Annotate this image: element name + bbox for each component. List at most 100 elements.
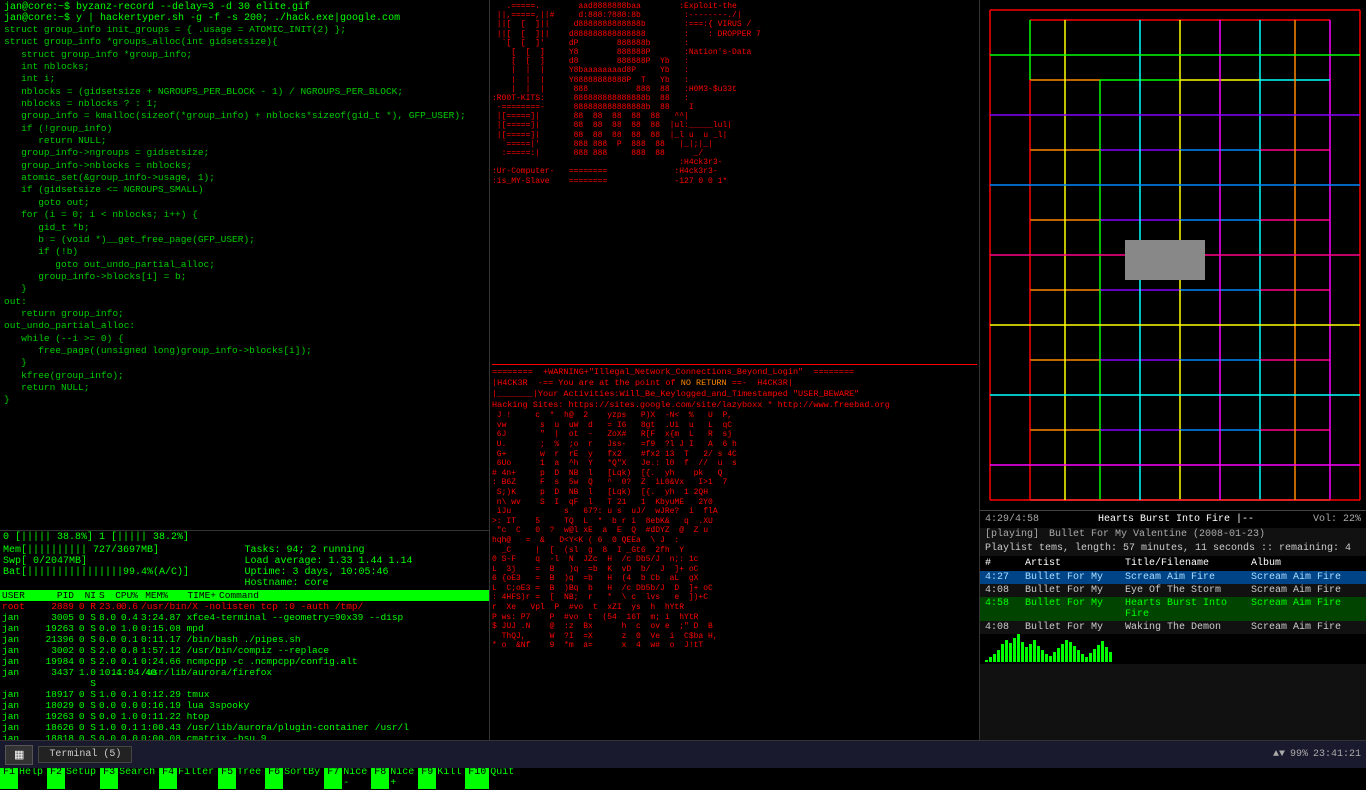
right-panel: 4:29/4:58 Hearts Burst Into Fire |-- Vol…: [980, 0, 1366, 740]
fn6-btn[interactable]: F6: [265, 767, 283, 789]
current-artist: Bullet For My Valentine (2008-01-23): [1049, 529, 1265, 540]
eq-bar: [1109, 652, 1112, 662]
fn9-btn[interactable]: F9: [418, 767, 436, 789]
table-row[interactable]: jan189170 S1.00.10:12.29 tmux: [0, 689, 489, 700]
eq-bar: [985, 660, 988, 662]
eq-bar: [1021, 642, 1024, 662]
eq-bar: [1001, 644, 1004, 662]
bat-bar: Bat[||||||||||||||||99.4%(A/C)]: [3, 567, 245, 578]
code-output: struct group_info init_groups = { .usage…: [4, 24, 485, 407]
table-row[interactable]: jan199840 S2.00.10:24.66 ncmpcpp -c .ncm…: [0, 656, 489, 667]
eq-bar: [1053, 652, 1056, 662]
eq-bar: [1037, 646, 1040, 662]
eq-bar: [1041, 650, 1044, 662]
col-header-pid: PID: [37, 590, 77, 601]
process-table-header: USER PID NI S CPU% MEM% TIME+ Command: [0, 590, 489, 601]
player-vol: Vol: 22%: [1313, 514, 1361, 525]
eq-bar: [1013, 638, 1016, 662]
eq-bar: [997, 650, 1000, 662]
playing-status: [playing]: [985, 529, 1039, 540]
table-row[interactable]: jan30050 S8.00.43:24.87 xfce4-terminal -…: [0, 612, 489, 623]
playlist-item[interactable]: 4:27Bullet For MyScream Aim FireScream A…: [980, 571, 1366, 584]
col-header-user: USER: [2, 590, 37, 601]
htop-fn-bar: F1Help F2Setup F3Search F4Filter F5Tree …: [0, 766, 489, 790]
playlist-info: Playlist tems, length: 57 minutes, 11 se…: [980, 541, 1366, 556]
fn8-btn[interactable]: F8: [371, 767, 389, 789]
table-row[interactable]: jan180290 S0.00.00:16.19 lua 3spooky: [0, 700, 489, 711]
warning-text: ======== +WARNING+"Illegal_Network_Conne…: [492, 367, 977, 411]
eq-bar: [1073, 646, 1076, 662]
load-info: Load average: 1.33 1.44 1.14: [245, 556, 487, 567]
eq-bar: [1005, 640, 1008, 662]
htop-cpu-bars: 0 [||||| 38.8%] 1 [||||| 38.2%]: [0, 531, 489, 544]
clock: 23:41:21: [1313, 749, 1361, 760]
equalizer: [980, 634, 1366, 664]
eq-bar: [1049, 656, 1052, 662]
col-header-cmd: Command: [219, 590, 487, 601]
table-row[interactable]: jan34371.0 S10.411:04.40/usr/lib/aurora/…: [0, 667, 489, 689]
left-panel: jan@core:~$ byzanz-record --delay=3 -d 3…: [0, 0, 490, 740]
terminal-area[interactable]: jan@core:~$ byzanz-record --delay=3 -d 3…: [0, 0, 490, 530]
table-row[interactable]: jan213960 S0.00.10:11.17 /bin/bash ./pip…: [0, 634, 489, 645]
hack-art-bottom: J ! c * h@ 2 yzps P)X -N< % U P, vw s u …: [492, 411, 977, 738]
table-row[interactable]: jan192630 S0.01.00:11.22 htop: [0, 711, 489, 722]
eq-bar: [1093, 649, 1096, 662]
eq-bar: [1081, 654, 1084, 662]
battery-status: 99%: [1290, 749, 1308, 760]
eq-bar: [1017, 634, 1020, 662]
htop-panel[interactable]: 0 [||||| 38.8%] 1 [||||| 38.2%] Mem[||||…: [0, 530, 490, 740]
start-button[interactable]: ▦: [5, 745, 33, 765]
col-title-header: Title/Filename: [1125, 558, 1241, 569]
hack-art-panel: .=====. aad8888888baa :Exploit-the ||,==…: [490, 0, 980, 740]
eq-bar: [1045, 654, 1048, 662]
hostname-info: Hostname: core: [245, 578, 487, 589]
fn3-label: Search: [119, 767, 155, 789]
eq-bar: [1085, 657, 1088, 662]
fn5-btn[interactable]: F5: [218, 767, 236, 789]
main-area: jan@core:~$ byzanz-record --delay=3 -d 3…: [0, 0, 1366, 740]
taskbar-terminal[interactable]: Terminal (5): [38, 746, 132, 763]
col-num-header: #: [985, 558, 1015, 569]
col-header-s: S: [99, 590, 111, 601]
playlist-rows: 4:27Bullet For MyScream Aim FireScream A…: [980, 571, 1366, 634]
fn7-btn[interactable]: F7: [324, 767, 342, 789]
eq-bar: [1097, 645, 1100, 662]
eq-bar: [1077, 650, 1080, 662]
eq-bar: [989, 657, 992, 662]
col-artist-header: Artist: [1025, 558, 1115, 569]
table-row[interactable]: root28890 R23.00.6/usr/bin/X -nolisten t…: [0, 601, 489, 612]
network-icon: ▲▼: [1273, 749, 1285, 760]
systray: ▲▼ 99% 23:41:21: [1273, 749, 1361, 760]
htop-stats: Mem[|||||||||| 727/3697MB] Swp[ 0/2047MB…: [0, 544, 489, 590]
network-svg: [980, 0, 1366, 510]
eq-bar: [1009, 643, 1012, 662]
tasks-info: Tasks: 94; 2 running: [245, 545, 487, 556]
player-time: 4:29/4:58: [985, 514, 1039, 525]
col-album-header: Album: [1251, 558, 1361, 569]
fn2-btn[interactable]: F2: [47, 767, 65, 789]
fn4-btn[interactable]: F4: [159, 767, 177, 789]
swp-bar: Swp[ 0/2047MB]: [3, 556, 245, 567]
table-row[interactable]: jan192630 S0.01.00:15.08 mpd: [0, 623, 489, 634]
eq-bar: [1033, 640, 1036, 662]
eq-bar: [1025, 647, 1028, 662]
col-header-cpu: CPU%: [111, 590, 141, 601]
playlist-item[interactable]: 4:08Bullet For MyEye Of The StormScream …: [980, 584, 1366, 597]
fn1-label: Help: [19, 767, 43, 789]
music-player[interactable]: 4:29/4:58 Hearts Burst Into Fire |-- Vol…: [980, 510, 1366, 740]
mem-bar: Mem[|||||||||| 727/3697MB]: [3, 545, 245, 556]
fn8-label: Nice +: [390, 767, 414, 789]
network-visualization: [980, 0, 1366, 510]
fn10-btn[interactable]: F10: [465, 767, 489, 789]
prompt-line-1: jan@core:~$ byzanz-record --delay=3 -d 3…: [4, 2, 485, 13]
table-row[interactable]: jan186260 S1.00.11:00.43 /usr/lib/aurora…: [0, 722, 489, 733]
fn9-label: Kill: [437, 767, 461, 789]
uptime-info: Uptime: 3 days, 10:05:46: [245, 567, 487, 578]
eq-bar: [1061, 644, 1064, 662]
playlist-item[interactable]: 4:58Bullet For MyHearts Burst Into FireS…: [980, 597, 1366, 621]
playlist-item[interactable]: 4:08Bullet For MyWaking The DemonScream …: [980, 621, 1366, 634]
fn3-btn[interactable]: F3: [100, 767, 118, 789]
prompt-line-2: jan@core:~$ y | hackertyper.sh -g -f -s …: [4, 13, 485, 24]
fn1-btn[interactable]: F1: [0, 767, 18, 789]
table-row[interactable]: jan30020 S2.00.81:57.12 /usr/bin/compiz …: [0, 645, 489, 656]
